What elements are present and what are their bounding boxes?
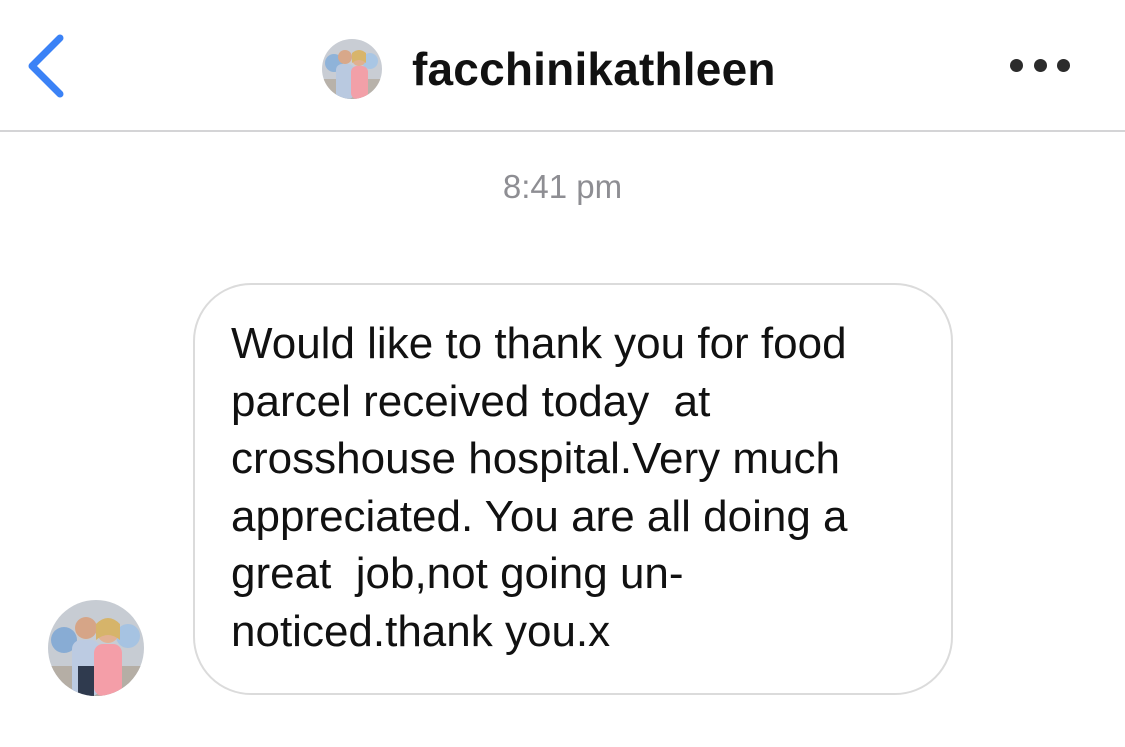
more-options-button[interactable] (1010, 50, 1070, 80)
message-timestamp: 8:41 pm (502, 168, 623, 205)
message-bubble[interactable]: Would like to thank you for food parcel … (193, 283, 953, 695)
chevron-left-icon (28, 34, 64, 98)
avatar[interactable] (322, 39, 382, 99)
back-button[interactable] (22, 32, 72, 102)
header-user[interactable]: facchinikathleen (322, 38, 776, 100)
message-text: Would like to thank you for food parcel … (231, 319, 848, 656)
more-horizontal-icon (1010, 58, 1023, 72)
thread-header: facchinikathleen (0, 0, 1125, 132)
dm-thread-screen: facchinikathleen 8:41 pm Would like to t… (0, 0, 1125, 747)
profile-photo (48, 600, 144, 696)
profile-photo (322, 39, 382, 99)
more-dot (1033, 58, 1047, 72)
more-dot (1057, 58, 1070, 72)
sender-avatar[interactable] (48, 600, 144, 696)
header-username[interactable]: facchinikathleen (412, 42, 776, 96)
